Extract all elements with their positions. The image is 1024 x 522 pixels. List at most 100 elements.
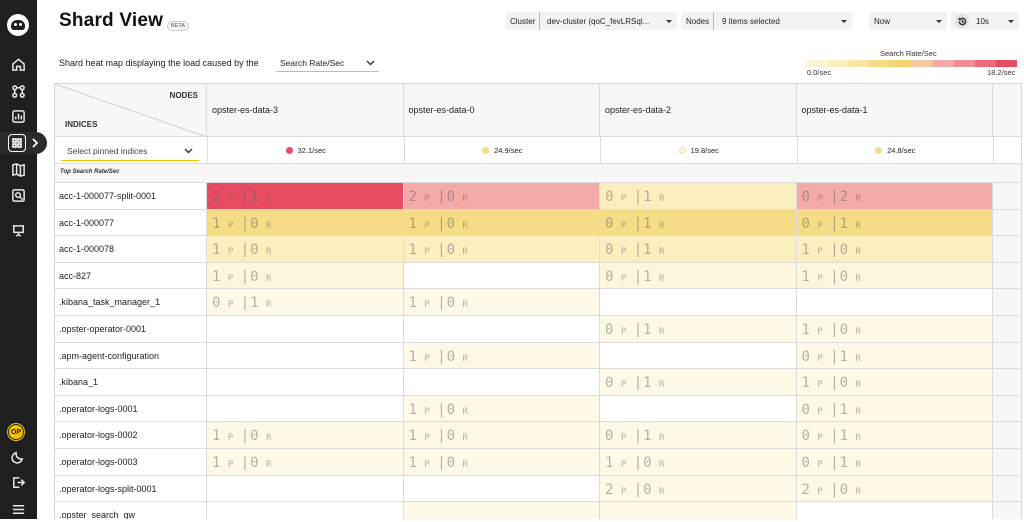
node-column-header[interactable]: opster-es-data-2 [600, 84, 797, 137]
shard-cell[interactable]: 1 P |0 R [403, 342, 600, 369]
shard-cell[interactable]: 0 P |1 R [796, 422, 993, 448]
opster-logo[interactable] [7, 14, 29, 36]
index-name[interactable]: acc-1-000078 [55, 236, 207, 262]
shard-cell[interactable]: 0 P |1 R [600, 236, 797, 262]
node-column-header[interactable]: opster-es-data-1 [797, 84, 993, 137]
index-name[interactable]: .operator-logs-0001 [55, 395, 207, 422]
index-name[interactable]: .operator-logs-0002 [55, 422, 207, 448]
shard-cell[interactable]: 1 P |0 R [207, 236, 404, 262]
cluster-value[interactable]: dev-cluster (qoC_fevLRSql... [542, 12, 677, 30]
shard-cell[interactable]: 0 P |1 R [600, 422, 797, 448]
metric-value: Search Rate/Sec [280, 58, 345, 68]
index-name[interactable]: acc-827 [55, 262, 207, 289]
shard-cell[interactable]: 0 P |2 R [796, 183, 993, 209]
shard-cell[interactable]: 0 P |1 R [600, 316, 797, 342]
chevron-right-icon [30, 136, 42, 150]
index-name[interactable]: acc-1-000077-split-0001 [55, 183, 207, 209]
section-label: Top Search Rate/Sec [60, 169, 120, 175]
shard-cell[interactable]: 1 P |0 R [207, 449, 404, 475]
table-row: acc-1-000077 1 P |0 R 1 P |0 R 0 P |1 R 0 P … [55, 209, 1021, 237]
legend-swatch [953, 60, 975, 67]
shard-cell[interactable]: 1 P |0 R [403, 209, 600, 236]
shard-cell[interactable]: 2 P |0 R [600, 475, 797, 502]
index-name[interactable]: .kibana_1 [55, 369, 207, 395]
shard-cell[interactable]: 1 P |0 R [796, 262, 993, 289]
nav-shard-view-active[interactable] [0, 132, 47, 154]
time-value[interactable]: Now [869, 12, 947, 30]
table-row: .opster_search_qw [55, 502, 1021, 519]
caret-down-icon [841, 19, 847, 23]
shard-cell[interactable]: 1 P |0 R [207, 422, 404, 448]
shard-cell[interactable]: 0 P |1 R [207, 289, 404, 315]
shard-cell[interactable]: 1 P |0 R [403, 289, 600, 315]
shard-cell[interactable]: 1 P |0 R [796, 236, 993, 262]
table-row: .operator-logs-split-0001 2 P |0 R 2 P |0 … [55, 475, 1021, 503]
analytics-icon[interactable] [0, 103, 37, 129]
shard-cell[interactable]: 0 P |1 R [600, 209, 797, 236]
shard-count: 0 P |2 R [801, 189, 862, 205]
shard-cell[interactable]: 0 P |1 R [796, 209, 993, 236]
shard-cell[interactable]: 1 P |0 R [796, 369, 993, 395]
beta-badge: BETA [167, 21, 189, 31]
shard-cell[interactable]: 1 P |0 R [403, 422, 600, 448]
shard-count: 0 P |1 R [605, 189, 666, 205]
search-inspect-icon[interactable] [0, 182, 37, 208]
shard-cell[interactable]: 2 P |1 R [207, 183, 404, 209]
time-value-text: Now [874, 16, 891, 26]
cluster-icon[interactable] [0, 78, 37, 104]
nodes-value[interactable]: 9 items selected [717, 12, 852, 30]
home-icon[interactable] [0, 51, 37, 77]
index-name[interactable]: .kibana_task_manager_1 [55, 289, 207, 315]
shard-cell[interactable]: 1 P |0 R [600, 449, 797, 475]
index-name[interactable]: acc-1-000077 [55, 209, 207, 236]
sidebar: OP [0, 0, 47, 522]
overflow-cell [993, 475, 1021, 502]
moon-icon[interactable] [0, 443, 37, 469]
shard-cell[interactable]: 0 P |1 R [796, 449, 993, 475]
logout-icon[interactable] [0, 469, 37, 495]
shard-cell[interactable]: 1 P |0 R [403, 449, 600, 475]
shard-cell[interactable]: 0 P |1 R [600, 183, 797, 209]
legend-swatch [932, 60, 954, 67]
node-rate: 24.8/sec [796, 137, 994, 164]
shard-cell[interactable]: 0 P |1 R [600, 369, 797, 395]
index-name[interactable]: .opster_search_qw [55, 502, 207, 519]
shard-cell [207, 502, 404, 519]
shard-cell [207, 342, 404, 369]
refresh-value[interactable]: 10s [971, 12, 1019, 30]
overflow-cell [993, 289, 1021, 315]
metric-select[interactable]: Search Rate/Sec [276, 55, 379, 72]
chevron-down-icon [184, 146, 193, 156]
shard-cell[interactable]: 1 P |0 R [403, 236, 600, 262]
history-icon[interactable] [955, 14, 969, 28]
index-name[interactable]: .operator-logs-0003 [55, 449, 207, 475]
shard-count: 1 P |0 R [801, 242, 862, 259]
shard-cell[interactable]: 1 P |0 R [403, 395, 600, 422]
shard-cell[interactable]: 0 P |1 R [600, 262, 797, 289]
shard-cell[interactable]: 2 P |0 R [403, 183, 600, 209]
shard-cell [207, 369, 404, 395]
legend-max: 18.2/sec [987, 68, 1016, 77]
pinned-indices-select[interactable]: Select pinned indices [61, 141, 199, 161]
map-icon[interactable] [0, 156, 37, 182]
shard-cell[interactable]: 1 P |0 R [796, 316, 993, 342]
shard-cell[interactable]: 0 P |1 R [796, 395, 993, 422]
index-name[interactable]: .operator-logs-split-0001 [55, 475, 207, 502]
menu-icon[interactable] [0, 496, 37, 522]
overflow-cell [993, 316, 1021, 342]
shard-cell[interactable]: 2 P |0 R [796, 475, 993, 502]
index-name[interactable]: .apm-agent-configuration [55, 342, 207, 369]
shard-cell[interactable]: 1 P |0 R [207, 209, 404, 236]
shard-count: 0 P |1 R [605, 242, 666, 259]
shard-cell[interactable] [403, 502, 600, 519]
overflow-cell [993, 502, 1021, 519]
shard-cell[interactable]: 0 P |1 R [796, 342, 993, 369]
shard-cell[interactable] [600, 502, 797, 519]
shard-count: 0 P |1 R [605, 428, 666, 445]
index-name[interactable]: .opster-operator-0001 [55, 316, 207, 342]
shard-cell[interactable]: 1 P |0 R [207, 262, 404, 289]
node-column-header[interactable]: opster-es-data-3 [207, 84, 404, 137]
presentation-icon[interactable] [0, 217, 37, 243]
user-avatar-op[interactable]: OP [8, 424, 24, 440]
node-column-header[interactable]: opster-es-data-0 [404, 84, 600, 137]
